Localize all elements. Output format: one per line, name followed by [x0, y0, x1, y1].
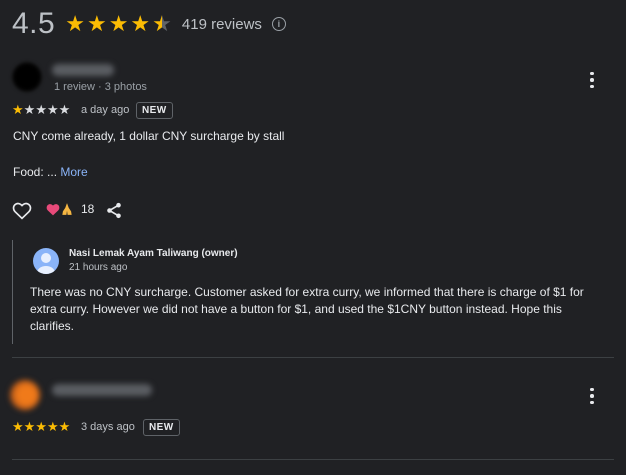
star-empty-icon: ★ — [23, 102, 36, 117]
star-icon: ★ — [46, 419, 59, 434]
reviewer-name[interactable] — [52, 64, 114, 76]
owner-avatar-icon — [33, 248, 59, 274]
more-options-button[interactable] — [584, 70, 600, 90]
reviewer-avatar[interactable] — [12, 62, 42, 92]
star-empty-icon: ★ — [58, 102, 71, 117]
owner-name: Nasi Lemak Ayam Taliwang (owner) — [69, 248, 238, 259]
review-divider — [12, 357, 614, 358]
reaction-count: 18 — [81, 202, 95, 216]
review-stars: ★ ★ ★ ★ ★ — [12, 103, 70, 116]
owner-response: Nasi Lemak Ayam Taliwang (owner) 21 hour… — [12, 240, 615, 344]
star-icon: ★ — [12, 102, 24, 117]
more-options-button[interactable] — [584, 386, 600, 406]
star-icon: ★ — [86, 11, 107, 36]
dot-icon — [590, 387, 594, 392]
review-food-line: Food: ... More — [13, 165, 88, 179]
dot-icon — [590, 394, 594, 398]
dot-icon — [590, 400, 594, 405]
dot-icon — [590, 84, 594, 89]
average-rating: 4.5 — [12, 7, 56, 40]
star-icon: ★ — [23, 419, 36, 434]
review-text: CNY come already, 1 dollar CNY surcharge… — [13, 129, 285, 143]
reviewer-name[interactable] — [52, 384, 152, 396]
owner-response-time: 21 hours ago — [69, 262, 128, 273]
owner-response-text: There was no CNY surcharge. Customer ask… — [30, 285, 584, 333]
like-heart-icon[interactable] — [12, 202, 32, 220]
reactions[interactable]: 18 — [46, 202, 94, 216]
star-empty-icon: ★ — [46, 102, 59, 117]
star-icon: ★ — [35, 419, 47, 434]
star-empty-icon: ★ — [35, 102, 47, 117]
reviewer-avatar[interactable] — [10, 380, 40, 410]
food-label: Food: ... — [13, 165, 58, 179]
dot-icon — [590, 71, 594, 76]
share-icon[interactable] — [106, 202, 122, 219]
star-icon: ★ — [58, 419, 71, 434]
star-icon: ★ — [108, 11, 129, 36]
review-divider — [12, 459, 614, 460]
review-count: 419 reviews — [181, 15, 262, 33]
average-rating-stars: ★ ★ ★ ★ ★ — [65, 13, 172, 35]
star-icon: ★ — [12, 419, 24, 434]
heart-emoji-icon — [46, 203, 60, 215]
new-badge: NEW — [136, 102, 173, 119]
half-star-icon: ★ — [152, 11, 172, 36]
info-icon[interactable]: i — [271, 17, 286, 31]
star-icon: ★ — [65, 11, 85, 36]
praying-hands-emoji-icon — [62, 203, 72, 215]
review-time: 3 days ago — [81, 421, 135, 433]
rating-summary: 4.5 ★ ★ ★ ★ ★ 419 reviews i — [12, 6, 286, 42]
review-stars: ★ ★ ★ ★ ★ — [12, 420, 70, 433]
new-badge: NEW — [143, 419, 180, 436]
reviewer-meta: 1 review · 3 photos — [54, 81, 147, 93]
star-icon: ★ — [130, 11, 151, 36]
review-time: a day ago — [81, 104, 130, 116]
more-link[interactable]: More — [60, 165, 87, 179]
dot-icon — [590, 78, 594, 82]
